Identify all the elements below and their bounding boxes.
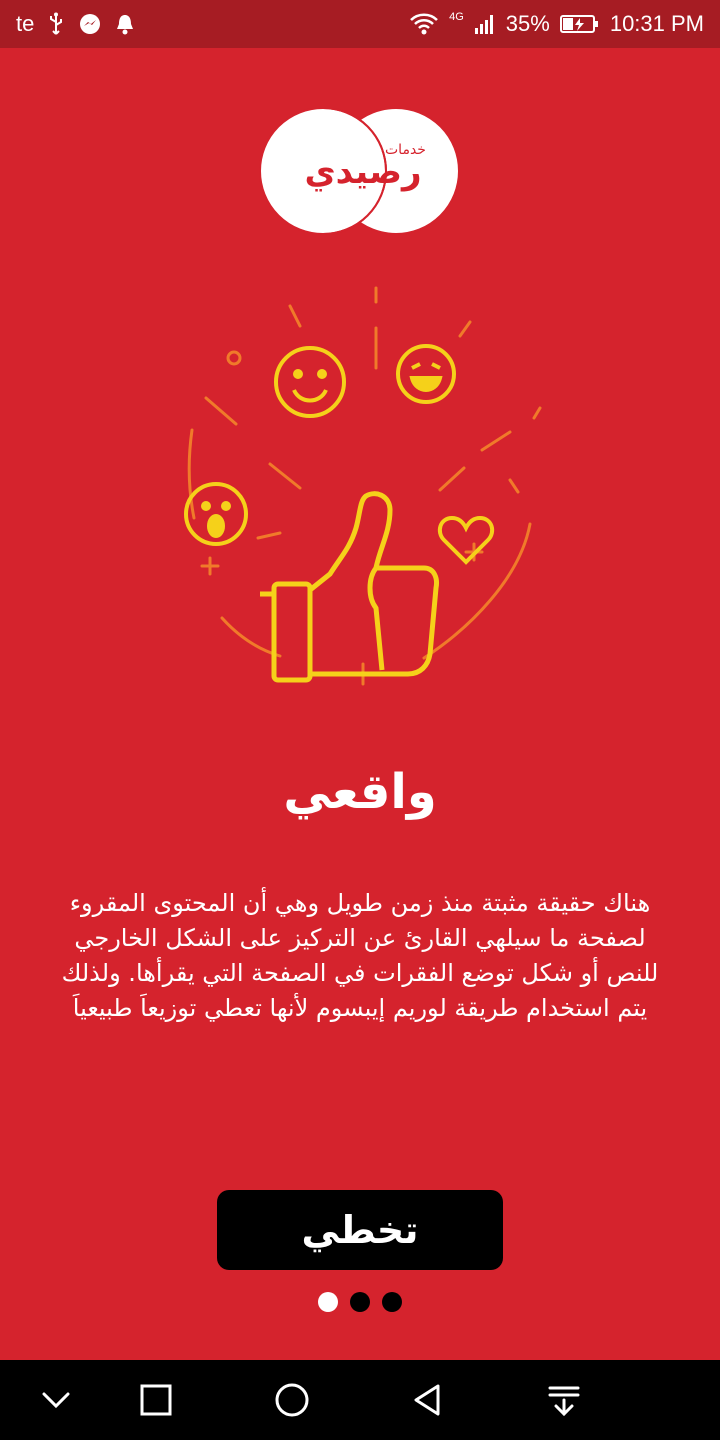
- smiley-face-icon: [274, 346, 346, 418]
- battery-percent: 35%: [505, 11, 550, 36]
- usb-icon: [50, 12, 63, 35]
- thumbs-up-icon: [260, 491, 439, 683]
- logo-main-text: رصيدي: [304, 152, 422, 192]
- heart-icon: [437, 515, 495, 565]
- recents-square-icon[interactable]: [134, 1378, 178, 1422]
- page-dot-3[interactable]: [382, 1292, 402, 1312]
- page-indicator: [0, 1292, 720, 1312]
- page-dot-1[interactable]: [318, 1292, 338, 1312]
- back-triangle-icon[interactable]: [406, 1378, 450, 1422]
- status-bar: te 4G 35% 10:31 PM: [0, 0, 720, 48]
- battery-charging-icon: [559, 15, 598, 33]
- navigation-bar: [0, 1360, 720, 1440]
- laughing-face-icon: [396, 344, 456, 404]
- clock: 10:31 PM: [609, 11, 704, 36]
- notification-bell-icon: [117, 15, 134, 35]
- notification-pull-icon[interactable]: [542, 1378, 586, 1422]
- decorative-rays-icon: [187, 286, 542, 686]
- thumbs-up-illustration: [184, 286, 542, 686]
- status-left: te: [16, 10, 136, 38]
- network-type: 4G: [449, 11, 464, 23]
- onboarding-description: هناك حقيقة مثبتة منذ زمن طويل وهي أن الم…: [61, 889, 659, 1022]
- status-right: 4G 35% 10:31 PM: [409, 10, 704, 38]
- home-circle-icon[interactable]: [270, 1378, 314, 1422]
- skip-button[interactable]: تخطي: [217, 1190, 503, 1270]
- page-dot-2[interactable]: [350, 1292, 370, 1312]
- signal-icon: [474, 15, 493, 34]
- messenger-icon: [80, 14, 101, 34]
- carrier-label: te: [16, 11, 35, 36]
- surprised-face-icon: [184, 482, 248, 546]
- onboarding-title: واقعي: [283, 764, 437, 820]
- onboarding-screen: خدمات رصيدي واقعي هناك حقيقة مثبتة منذ ز…: [0, 48, 720, 1360]
- chevron-down-icon[interactable]: [34, 1378, 78, 1422]
- wifi-icon: [410, 13, 438, 35]
